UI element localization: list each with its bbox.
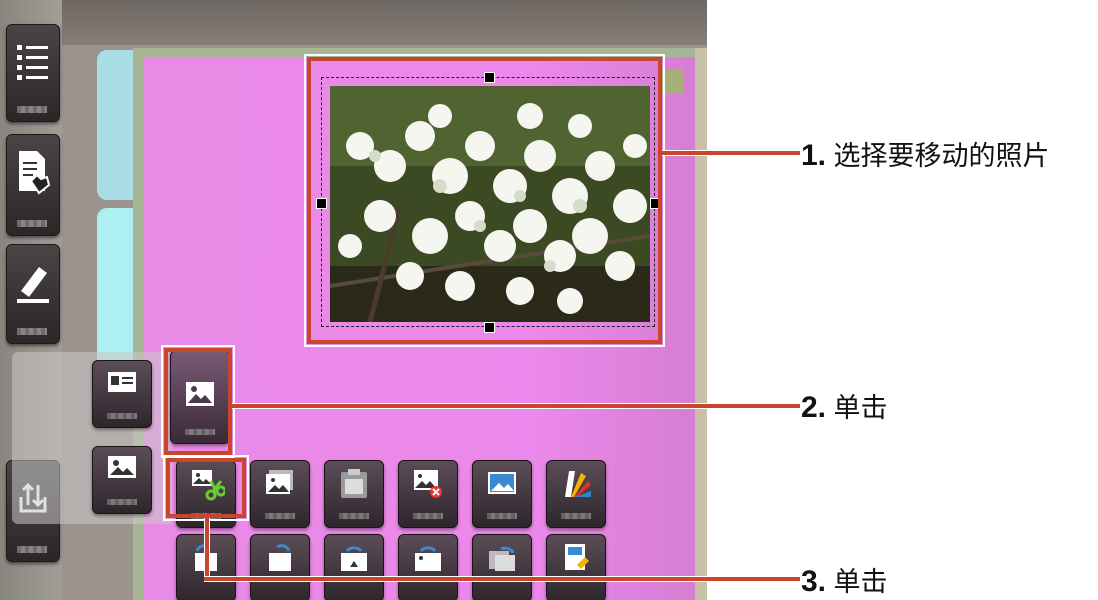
step-2-number: 2.	[801, 391, 827, 424]
paste-picture-icon	[341, 469, 367, 498]
flip-down-button[interactable]	[398, 534, 458, 600]
step-2-label: 2. 单击	[801, 386, 888, 425]
list-icon	[17, 45, 48, 80]
highlighter-button-label	[17, 328, 47, 335]
delete-picture-button[interactable]	[398, 460, 458, 528]
top-bar	[0, 0, 707, 45]
rotate-icon	[489, 546, 515, 571]
image-button[interactable]	[92, 446, 152, 514]
step-1-label: 1. 选择要移动的照片	[801, 134, 1050, 173]
picture-settings-icon	[565, 544, 589, 570]
rotate-button[interactable]	[472, 534, 532, 600]
paste-picture-label	[339, 513, 369, 519]
contact-card-label	[107, 413, 137, 419]
leader-line-3	[204, 576, 800, 582]
leader-line-3-vertical	[204, 518, 210, 580]
step-2-text: 单击	[833, 393, 888, 423]
contact-card-icon	[108, 372, 136, 392]
rotate-right-button[interactable]	[250, 534, 310, 600]
callout-frame-1	[307, 57, 662, 344]
callout-frame-3	[166, 458, 246, 518]
page-edge	[695, 48, 707, 600]
picture-icon	[108, 456, 136, 478]
picture-settings-button[interactable]	[546, 534, 606, 600]
step-1-text: 选择要移动的照片	[833, 141, 1050, 171]
step-3-label: 3. 单击	[801, 560, 888, 599]
paste-picture-button[interactable]	[324, 460, 384, 528]
step-3-text: 单击	[833, 567, 888, 597]
flip-down-icon	[415, 546, 441, 571]
highlighter-icon	[17, 267, 49, 303]
flip-up-icon	[341, 546, 367, 571]
delete-picture-icon	[414, 470, 442, 498]
color-palette-label	[561, 513, 591, 519]
document-button[interactable]	[6, 134, 60, 236]
callout-frame-2	[164, 348, 232, 455]
export-button-label	[17, 546, 47, 553]
flip-up-button[interactable]	[324, 534, 384, 600]
rotate-right-icon	[269, 544, 291, 571]
document-button-label	[17, 220, 47, 227]
contact-card-button[interactable]	[92, 360, 152, 428]
list-button-label	[17, 106, 47, 113]
image-button-label	[107, 499, 137, 505]
picture-frame-label	[265, 513, 295, 519]
document-hand-icon	[19, 151, 51, 195]
list-button[interactable]	[6, 24, 60, 122]
picture-icon	[266, 470, 293, 494]
delete-picture-label	[413, 513, 443, 519]
step-3-number: 3.	[801, 565, 827, 598]
leader-line-1	[662, 150, 800, 156]
color-palette-button[interactable]	[546, 460, 606, 528]
step-1-number: 1.	[801, 139, 827, 172]
picture-icon	[488, 472, 516, 494]
picture-properties-label	[487, 513, 517, 519]
color-palette-icon	[565, 471, 591, 497]
picture-properties-button[interactable]	[472, 460, 532, 528]
leader-line-2	[232, 403, 800, 409]
picture-frame-button[interactable]	[250, 460, 310, 528]
highlighter-button[interactable]	[6, 244, 60, 344]
